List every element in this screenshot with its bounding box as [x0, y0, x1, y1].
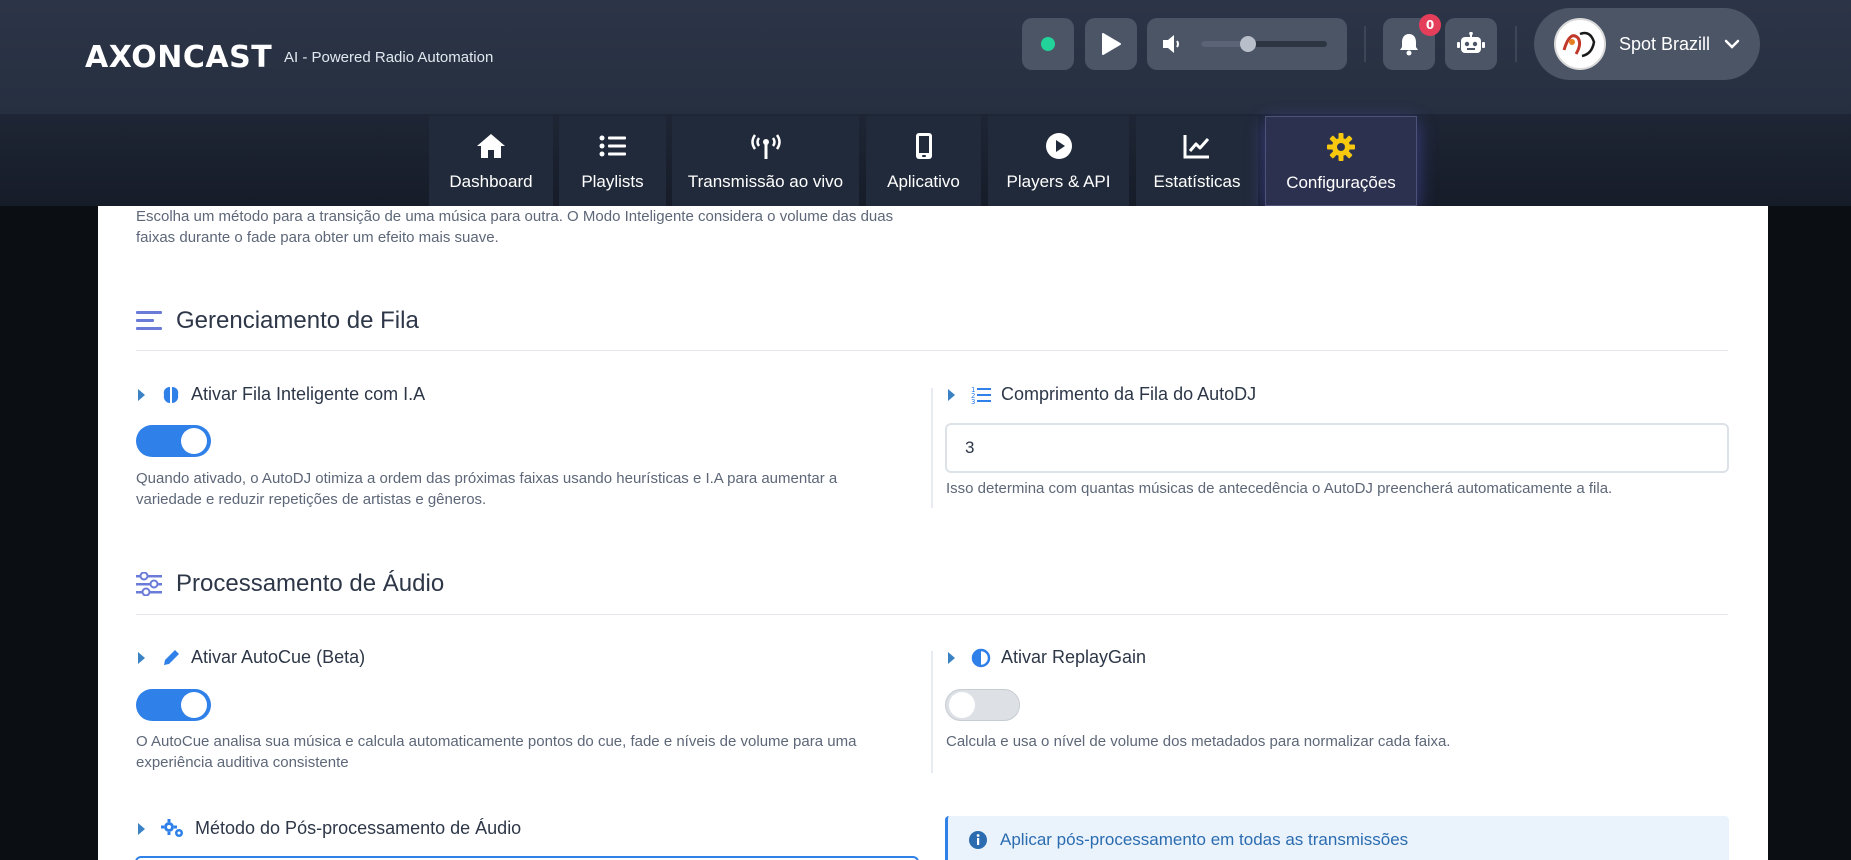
- user-menu-button[interactable]: Spot Brazill: [1534, 8, 1760, 80]
- tab-live-broadcast[interactable]: Transmissão ao vivo: [672, 116, 859, 206]
- cogs-icon: [161, 818, 183, 837]
- play-circle-icon: [1045, 133, 1072, 159]
- smart-queue-label[interactable]: Ativar Fila Inteligente com I.A: [138, 384, 425, 405]
- replaygain-toggle[interactable]: [945, 689, 1020, 721]
- tab-label: Aplicativo: [887, 172, 960, 191]
- smart-queue-toggle[interactable]: [136, 425, 211, 457]
- section-divider: [136, 614, 1728, 615]
- tab-statistics[interactable]: Estatísticas: [1136, 116, 1258, 206]
- settings-panel: Escolha um método para a transição de um…: [98, 206, 1768, 860]
- toggle-knob: [181, 692, 207, 718]
- svg-text:3: 3: [971, 398, 975, 405]
- field-label-text: Método do Pós-processamento de Áudio: [195, 818, 522, 838]
- section-title: Gerenciamento de Fila: [176, 307, 419, 334]
- queue-length-input[interactable]: 3: [945, 423, 1729, 473]
- queue-length-label[interactable]: 123 Comprimento da Fila do AutoDJ: [948, 384, 1256, 405]
- volume-slider[interactable]: [1201, 36, 1327, 52]
- smart-queue-help: Quando ativado, o AutoDJ otimiza a ordem…: [136, 470, 838, 508]
- robot-icon: [1457, 32, 1485, 53]
- broadcast-tower-icon: [750, 134, 781, 159]
- volume-slider-handle[interactable]: [1239, 36, 1256, 52]
- post-processing-label[interactable]: Método do Pós-processamento de Áudio: [138, 818, 521, 839]
- main-navigation: Dashboard Playlists Transmissão ao vivo …: [0, 114, 1851, 206]
- notifications-badge: 0: [1419, 14, 1441, 36]
- notifications-button[interactable]: 0: [1383, 14, 1441, 70]
- autocue-toggle[interactable]: [136, 689, 211, 721]
- autocue-label[interactable]: Ativar AutoCue (Beta): [138, 647, 365, 668]
- brand-logo-image: [1556, 20, 1604, 68]
- list-icon: [599, 135, 626, 157]
- caret-right-icon: [948, 651, 955, 664]
- bell-icon: [1400, 34, 1418, 56]
- tab-label: Players & API: [1006, 172, 1111, 191]
- tab-playlists[interactable]: Playlists: [559, 116, 666, 206]
- field-label-text: Comprimento da Fila do AutoDJ: [1001, 384, 1257, 404]
- mobile-icon: [915, 133, 932, 159]
- chevron-down-icon: [1724, 39, 1740, 49]
- column-divider: [931, 388, 933, 508]
- crossfade-help-text: Escolha um método para a transição de um…: [136, 208, 894, 246]
- user-avatar: [1554, 18, 1606, 70]
- field-label-text: Ativar AutoCue (Beta): [191, 647, 366, 667]
- status-dot-icon: [1041, 37, 1055, 51]
- tab-dashboard[interactable]: Dashboard: [429, 116, 553, 206]
- sliders-icon: [136, 572, 162, 596]
- home-icon: [477, 134, 505, 158]
- post-processing-select[interactable]: [135, 856, 919, 860]
- apply-all-label: Aplicar pós-processamento em todas as tr…: [1000, 830, 1409, 849]
- apply-all-info-alert: Aplicar pós-processamento em todas as tr…: [945, 816, 1729, 860]
- caret-right-icon: [138, 388, 145, 401]
- section-queue-management: Gerenciamento de Fila: [136, 307, 419, 335]
- section-divider: [136, 350, 1728, 351]
- align-left-icon: [136, 311, 162, 330]
- page-gutter: [1768, 206, 1851, 860]
- ai-assistant-button[interactable]: [1445, 18, 1497, 70]
- adjust-icon: [971, 648, 991, 667]
- caret-right-icon: [138, 651, 145, 664]
- section-title: Processamento de Áudio: [176, 570, 445, 597]
- tab-label: Dashboard: [449, 172, 533, 191]
- tab-label: Playlists: [581, 172, 644, 191]
- replaygain-label[interactable]: Ativar ReplayGain: [948, 647, 1146, 668]
- column-divider: [931, 651, 933, 773]
- list-ol-icon: 123: [971, 386, 991, 405]
- field-label-text: Ativar ReplayGain: [1001, 647, 1147, 667]
- queue-length-help: Isso determina com quantas músicas de an…: [946, 480, 1613, 497]
- header-divider: [1515, 26, 1517, 62]
- top-header: AXONCAST AI - Powered Radio Automation 0…: [0, 0, 1851, 114]
- play-button[interactable]: [1085, 18, 1137, 70]
- volume-control: [1147, 18, 1347, 70]
- volume-icon[interactable]: [1161, 33, 1185, 55]
- tab-label: Estatísticas: [1153, 172, 1241, 191]
- section-audio-processing: Processamento de Áudio: [136, 570, 444, 598]
- info-circle-icon: [969, 831, 987, 849]
- toggle-knob: [181, 428, 207, 454]
- stream-status-button[interactable]: [1022, 18, 1074, 70]
- replaygain-help: Calcula e usa o nível de volume dos meta…: [946, 733, 1451, 750]
- app-tagline: AI - Powered Radio Automation: [284, 49, 494, 66]
- tab-label: Transmissão ao vivo: [687, 172, 844, 191]
- brain-icon: [163, 386, 179, 403]
- gear-icon: [1327, 133, 1355, 161]
- chart-line-icon: [1183, 135, 1210, 159]
- caret-right-icon: [138, 822, 145, 835]
- tab-label: Configurações: [1286, 173, 1396, 192]
- page-gutter: [0, 206, 98, 860]
- tab-app[interactable]: Aplicativo: [866, 116, 981, 206]
- header-divider: [1364, 26, 1366, 62]
- tab-players-api[interactable]: Players & API: [988, 116, 1129, 206]
- user-name: Spot Brazill: [1619, 33, 1711, 54]
- autocue-help: O AutoCue analisa sua música e calcula a…: [136, 733, 857, 771]
- play-icon: [1102, 33, 1121, 55]
- app-logo[interactable]: AXONCAST: [85, 40, 272, 75]
- tab-settings[interactable]: Configurações: [1265, 116, 1417, 206]
- pencil-icon: [164, 649, 179, 665]
- toggle-knob: [949, 692, 975, 718]
- field-label-text: Ativar Fila Inteligente com I.A: [191, 384, 426, 404]
- caret-right-icon: [948, 388, 955, 401]
